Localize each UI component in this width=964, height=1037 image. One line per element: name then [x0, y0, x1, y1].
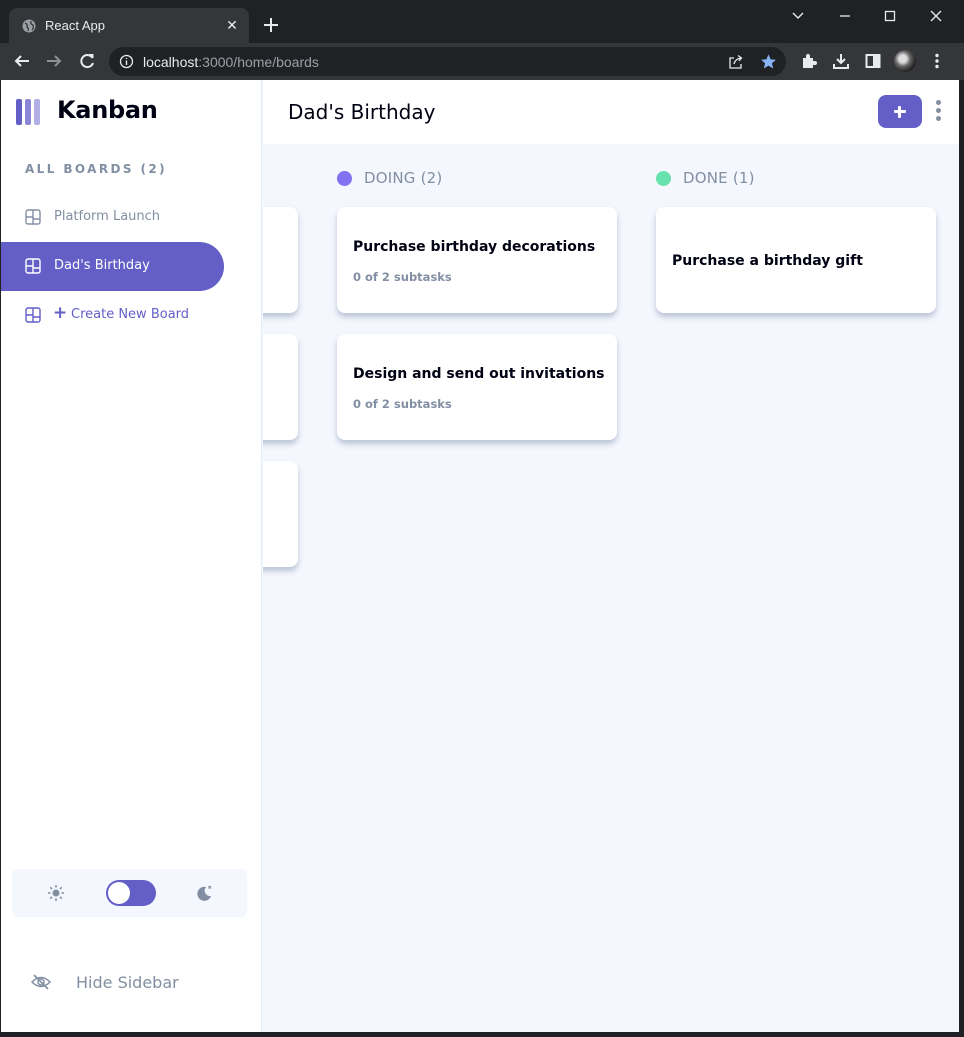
maximize-icon[interactable]	[881, 8, 899, 24]
hide-sidebar-button[interactable]: Hide Sidebar	[1, 958, 262, 1006]
board-header: Dad's Birthday	[263, 80, 959, 144]
tab-close-icon[interactable]: ✕	[224, 17, 240, 33]
board-menu-icon[interactable]	[936, 100, 942, 122]
sidebar-item-dads-birthday[interactable]: Dad's Birthday	[1, 242, 224, 291]
board-columns: DOING (2) Purchase birthday decorations …	[263, 144, 959, 1032]
tab-search-chevron-icon[interactable]	[789, 8, 807, 24]
column-header-done: DONE (1)	[656, 168, 755, 188]
task-card[interactable]: Design and send out invitations 0 of 2 s…	[337, 334, 617, 440]
task-subtasks: 0 of 2 subtasks	[353, 270, 452, 284]
page-title: Dad's Birthday	[288, 100, 436, 124]
theme-switcher	[12, 869, 247, 917]
eye-slash-icon	[31, 974, 51, 990]
window-border	[0, 1032, 964, 1037]
extensions-puzzle-icon[interactable]	[800, 52, 818, 70]
window-border	[959, 80, 964, 1037]
address-bar[interactable]: localhost:3000/home/boards	[109, 47, 786, 76]
sidebar-item-platform-launch[interactable]: Platform Launch	[1, 193, 224, 242]
task-subtasks: 0 of 2 subtasks	[353, 397, 452, 411]
url-path: :3000/home/boards	[198, 54, 319, 70]
reload-icon[interactable]	[78, 52, 96, 70]
plus-icon: +	[53, 303, 68, 323]
task-card[interactable]	[263, 334, 298, 440]
task-card[interactable]	[263, 207, 298, 313]
create-new-board-button[interactable]: + Create New Board	[1, 291, 224, 340]
back-arrow-icon[interactable]	[13, 52, 31, 70]
browser-tab[interactable]: React App ✕	[9, 8, 249, 43]
sun-icon	[48, 885, 64, 901]
column-name: DOING (2)	[364, 169, 443, 187]
new-tab-icon[interactable]	[262, 16, 280, 34]
share-icon[interactable]	[728, 54, 744, 70]
create-board-label: Create New Board	[71, 307, 190, 322]
hide-sidebar-label: Hide Sidebar	[76, 973, 179, 992]
board-icon	[25, 209, 41, 225]
app-viewport: Kanban ALL BOARDS (2) Platform Launch Da…	[1, 80, 959, 1032]
task-card[interactable]: Purchase birthday decorations 0 of 2 sub…	[337, 207, 617, 313]
sidebar-item-label: Platform Launch	[54, 209, 161, 224]
task-title: Purchase a birthday gift	[672, 253, 863, 269]
url-text: localhost:3000/home/boards	[143, 54, 319, 70]
task-title: Design and send out invitations	[353, 366, 605, 382]
column-dot	[656, 170, 671, 186]
side-panel-icon[interactable]	[864, 52, 882, 70]
column-name: DONE (1)	[683, 169, 755, 187]
moon-icon	[197, 885, 212, 901]
toggle-knob	[108, 882, 130, 904]
download-icon[interactable]	[832, 52, 850, 70]
logo-text: Kanban	[57, 96, 158, 124]
globe-icon	[22, 19, 36, 33]
browser-toolbar: localhost:3000/home/boards	[0, 43, 964, 80]
forward-arrow-icon[interactable]	[45, 52, 63, 70]
browser-tab-bar: React App ✕	[0, 0, 964, 43]
sidebar-item-label: Dad's Birthday	[54, 258, 150, 273]
url-host: localhost	[143, 54, 199, 70]
kanban-logo-icon	[16, 99, 42, 125]
all-boards-heading: ALL BOARDS (2)	[25, 162, 168, 176]
profile-avatar[interactable]	[894, 50, 916, 72]
task-card[interactable]: Purchase a birthday gift	[656, 207, 936, 313]
browser-menu-icon[interactable]	[928, 52, 946, 70]
close-window-icon[interactable]	[927, 8, 945, 24]
add-task-button[interactable]	[878, 95, 922, 128]
sidebar: Kanban ALL BOARDS (2) Platform Launch Da…	[1, 80, 262, 1032]
board-icon	[25, 307, 41, 323]
bookmark-star-icon[interactable]	[760, 53, 777, 70]
task-title: Purchase birthday decorations	[353, 239, 596, 255]
board-icon	[25, 258, 41, 274]
info-icon[interactable]	[119, 54, 134, 69]
theme-toggle[interactable]	[106, 880, 156, 906]
tab-title: React App	[45, 18, 105, 33]
task-card[interactable]	[263, 461, 298, 567]
column-dot	[337, 170, 352, 186]
column-header-doing: DOING (2)	[337, 168, 442, 188]
minimize-icon[interactable]	[836, 8, 854, 24]
